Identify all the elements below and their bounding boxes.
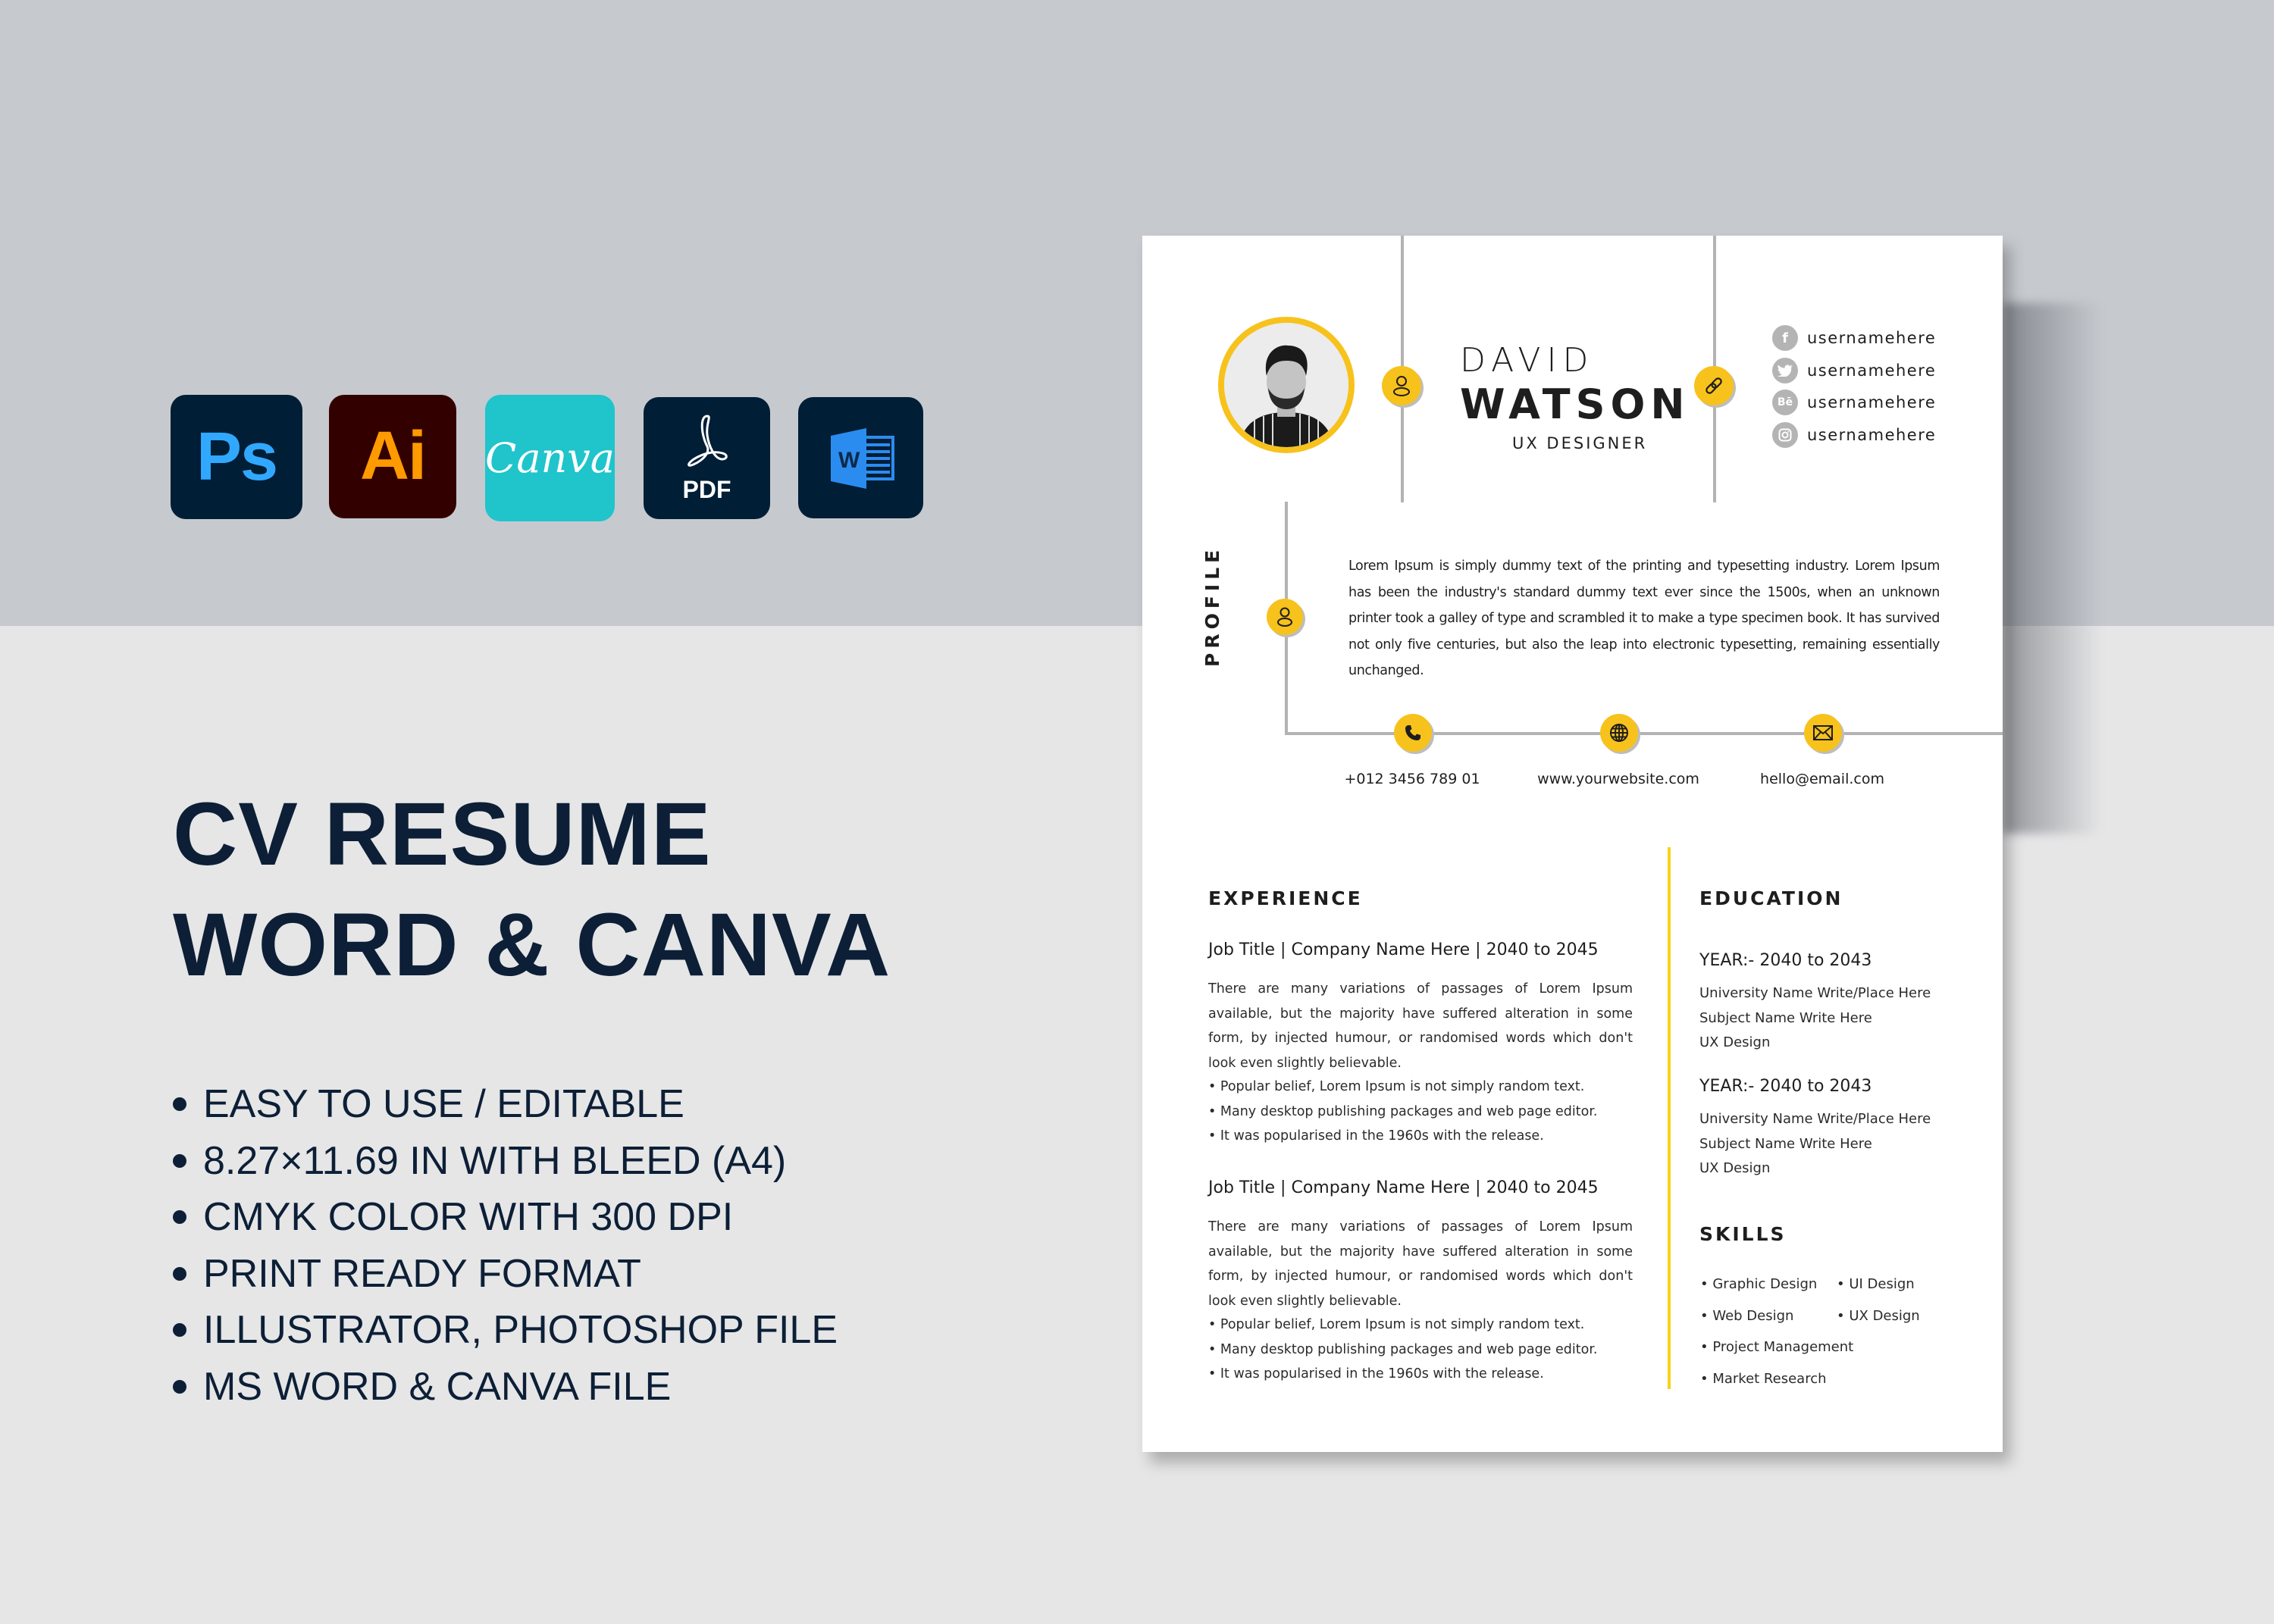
skill-item: • Market Research: [1700, 1370, 1827, 1387]
skills-list: • Graphic Design • UI Design • Web Desig…: [1700, 1269, 1943, 1394]
pdf-icon: PDF: [644, 397, 770, 519]
job-bullet: • Popular belief, Lorem Ipsum is not sim…: [1208, 1317, 1585, 1332]
profile-section-label: PROFILE: [1201, 545, 1223, 667]
globe-icon: [1600, 714, 1638, 752]
profile-node-icon: [1267, 599, 1303, 635]
feature-text: EASY TO USE / EDITABLE: [203, 1082, 684, 1126]
job-bullets: • Popular belief, Lorem Ipsum is not sim…: [1208, 1313, 1597, 1387]
mail-icon: [1804, 714, 1842, 752]
education-line: UX Design: [1699, 1160, 1771, 1176]
social-handle: usernamehere: [1807, 361, 1937, 380]
social-facebook[interactable]: f usernamehere: [1772, 322, 1936, 355]
education-line: Subject Name Write Here: [1699, 1009, 1872, 1026]
education-line: Subject Name Write Here: [1699, 1135, 1872, 1152]
bullet-icon: [173, 1210, 186, 1225]
feature-item: CMYK COLOR WITH 300 DPI: [173, 1189, 838, 1246]
canva-label: Canva: [485, 434, 615, 482]
social-twitter[interactable]: usernamehere: [1772, 355, 1936, 387]
job-bullet: • Many desktop publishing packages and w…: [1208, 1103, 1598, 1119]
skill-item-empty: [1837, 1331, 1943, 1363]
job-heading: Job Title | Company Name Here | 2040 to …: [1208, 940, 1599, 959]
job-heading: Job Title | Company Name Here | 2040 to …: [1208, 1178, 1599, 1197]
job-description: There are many variations of passages of…: [1208, 981, 1633, 1071]
acrobat-swirl-icon: [687, 415, 728, 467]
education-title: EDUCATION: [1699, 887, 1843, 909]
bullet-icon: [173, 1323, 186, 1338]
twitter-icon: [1772, 357, 1798, 383]
page-shadow: [2003, 303, 2101, 834]
illustrator-icon: Ai: [329, 395, 456, 518]
bullet-icon: [173, 1266, 186, 1281]
feature-item: MS WORD & CANVA FILE: [173, 1359, 838, 1416]
photoshop-label: Ps: [196, 418, 278, 495]
job-bullet: • Popular belief, Lorem Ipsum is not sim…: [1208, 1079, 1585, 1094]
skill-item: • Project Management: [1700, 1339, 1854, 1355]
first-name: DAVID: [1460, 341, 1595, 380]
headline-line-1: CV RESUME: [173, 784, 712, 884]
word-w-glyph: W: [838, 448, 860, 473]
social-handle: usernamehere: [1807, 329, 1937, 348]
education-year: YEAR:- 2040 to 2043: [1699, 951, 1872, 970]
phone-number[interactable]: +012 3456 789 01: [1314, 771, 1511, 787]
about-node-icon: [1382, 366, 1421, 405]
skills-title: SKILLS: [1699, 1223, 1787, 1245]
website-link[interactable]: www.yourwebsite.com: [1520, 771, 1717, 787]
skill-item: • Web Design: [1700, 1307, 1794, 1324]
instagram-icon: [1772, 421, 1798, 448]
email-link[interactable]: hello@email.com: [1724, 771, 1921, 787]
portrait-photo: [1224, 323, 1348, 447]
facebook-icon: f: [1772, 325, 1798, 352]
social-handle: usernamehere: [1807, 425, 1937, 444]
education-details: University Name Write/Place Here Subject…: [1699, 981, 1931, 1056]
education-details: University Name Write/Place Here Subject…: [1699, 1107, 1931, 1181]
job-bullets: • Popular belief, Lorem Ipsum is not sim…: [1208, 1075, 1597, 1149]
skill-item: • Graphic Design: [1700, 1276, 1818, 1292]
feature-text: PRINT READY FORMAT: [203, 1251, 641, 1296]
bullet-icon: [173, 1097, 186, 1112]
education-line: University Name Write/Place Here: [1699, 1111, 1931, 1127]
skill-item-empty: [1837, 1363, 1943, 1395]
word-icon: W: [798, 397, 923, 518]
photoshop-icon: Ps: [171, 395, 302, 519]
feature-item: ILLUSTRATOR, PHOTOSHOP FILE: [173, 1302, 838, 1359]
column-divider: [1668, 847, 1671, 1389]
pdf-label: PDF: [682, 476, 731, 503]
illustrator-label: Ai: [360, 418, 427, 494]
experience-title: EXPERIENCE: [1208, 887, 1363, 909]
canva-icon: Canva: [485, 395, 615, 521]
behance-icon: Bē: [1772, 390, 1798, 416]
frame-line: [1285, 732, 2003, 735]
skill-item: • UI Design: [1837, 1276, 1915, 1292]
word-document-icon: W: [831, 427, 894, 489]
job-bullet: • Many desktop publishing packages and w…: [1208, 1341, 1598, 1357]
job-description: There are many variations of passages of…: [1208, 1219, 1633, 1309]
skill-item: • UX Design: [1837, 1307, 1920, 1324]
feature-text: MS WORD & CANVA FILE: [203, 1364, 672, 1409]
social-instagram[interactable]: usernamehere: [1772, 419, 1936, 452]
phone-icon: [1394, 714, 1432, 752]
avatar: [1218, 317, 1355, 453]
job-bullet: • It was popularised in the 1960s with t…: [1208, 1128, 1544, 1144]
social-links: f usernamehere usernamehere Bē usernameh…: [1772, 322, 1936, 451]
bullet-icon: [173, 1379, 186, 1394]
education-year: YEAR:- 2040 to 2043: [1699, 1077, 1872, 1096]
feature-item: 8.27×11.69 IN WITH BLEED (A4): [173, 1133, 838, 1190]
feature-text: CMYK COLOR WITH 300 DPI: [203, 1195, 734, 1239]
feature-item: EASY TO USE / EDITABLE: [173, 1076, 838, 1133]
job-role: UX DESIGNER: [1512, 434, 1648, 452]
education-line: University Name Write/Place Here: [1699, 985, 1931, 1001]
bullet-icon: [173, 1153, 186, 1168]
profile-summary: Lorem Ipsum is simply dummy text of the …: [1348, 559, 1940, 678]
feature-text: ILLUSTRATOR, PHOTOSHOP FILE: [203, 1308, 838, 1352]
headline-line-2: WORD & CANVA: [173, 895, 891, 995]
job-bullet: • It was popularised in the 1960s with t…: [1208, 1366, 1544, 1381]
social-behance[interactable]: Bē usernamehere: [1772, 386, 1936, 419]
social-handle: usernamehere: [1807, 393, 1937, 412]
last-name: WATSON: [1460, 380, 1690, 428]
link-node-icon: [1694, 366, 1734, 405]
feature-text: 8.27×11.69 IN WITH BLEED (A4): [203, 1138, 787, 1183]
feature-list: EASY TO USE / EDITABLE 8.27×11.69 IN WIT…: [173, 1076, 838, 1415]
feature-item: PRINT READY FORMAT: [173, 1246, 838, 1303]
education-line: UX Design: [1699, 1034, 1771, 1050]
